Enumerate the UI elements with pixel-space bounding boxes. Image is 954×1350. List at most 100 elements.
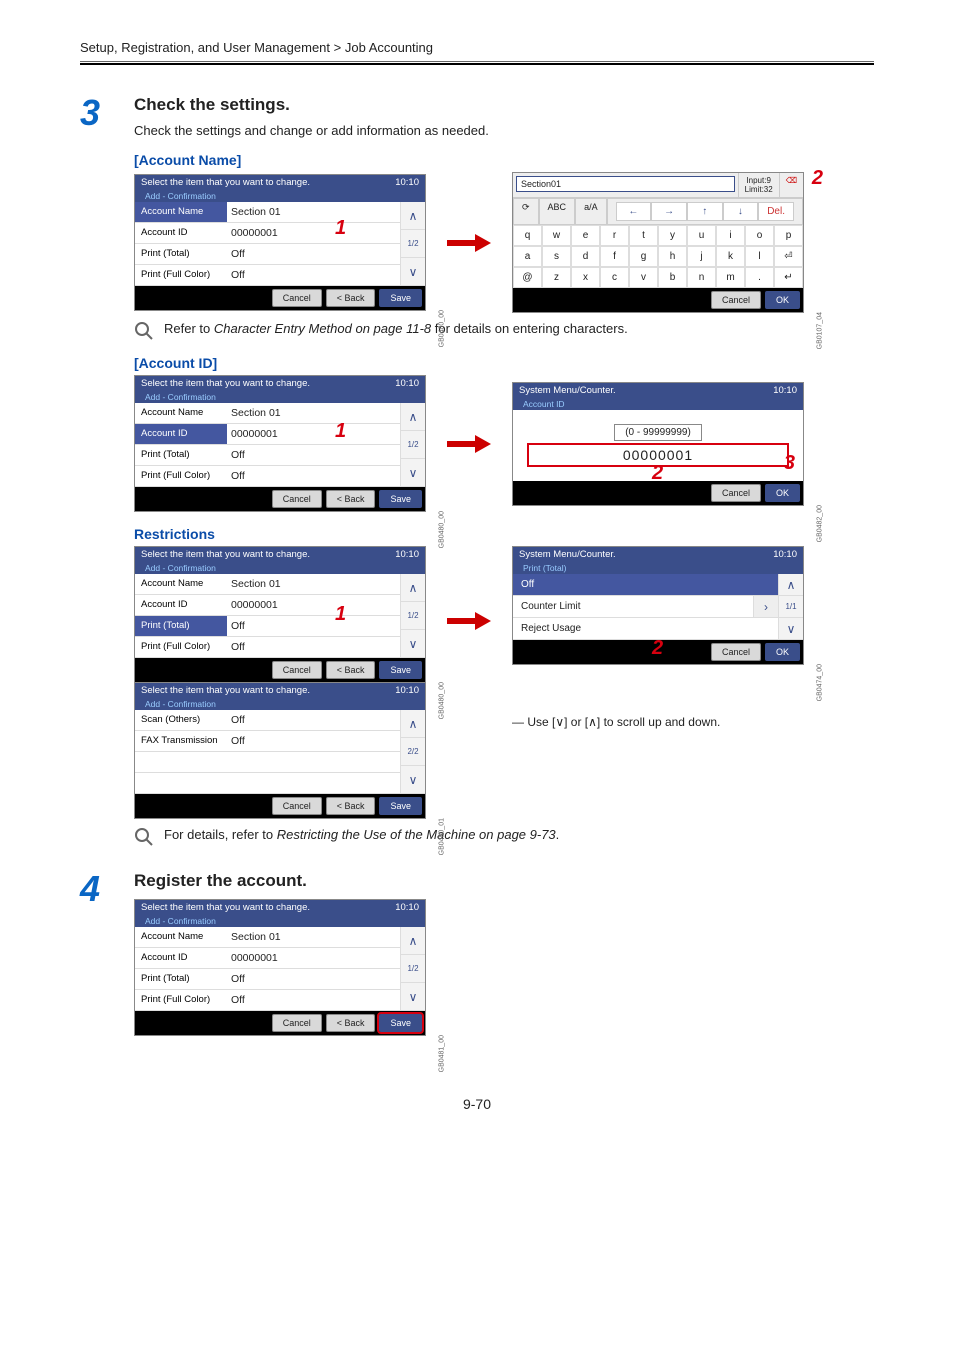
scroll-up-icon[interactable]: ∧: [401, 403, 425, 431]
key-q[interactable]: q: [513, 225, 542, 246]
row-pt-val[interactable]: Off: [227, 244, 400, 264]
lcd-account-id-right[interactable]: System Menu/Counter.10:10 Account ID (0 …: [512, 382, 804, 506]
key-i[interactable]: i: [716, 225, 745, 246]
kb-input-field[interactable]: Section01: [516, 176, 735, 192]
save-button[interactable]: Save: [379, 661, 422, 679]
back-button[interactable]: < Back: [326, 661, 376, 679]
key-space[interactable]: ⏎: [774, 246, 803, 267]
scroll-down-icon[interactable]: ∨: [401, 459, 425, 487]
key-e[interactable]: e: [571, 225, 600, 246]
scroll-down-icon[interactable]: ∨: [401, 258, 425, 286]
scroll-up-icon[interactable]: ∧: [401, 574, 425, 602]
key-g[interactable]: g: [629, 246, 658, 267]
key-h[interactable]: h: [658, 246, 687, 267]
back-button[interactable]: < Back: [326, 1014, 376, 1032]
key-x[interactable]: x: [571, 267, 600, 288]
row-acct-id-val[interactable]: 00000001: [227, 223, 400, 243]
row-pt-val[interactable]: Off: [227, 445, 400, 465]
kb-cancel-button[interactable]: Cancel: [711, 291, 761, 309]
row-acct-id-val[interactable]: 00000001: [227, 595, 400, 615]
key-a[interactable]: a: [513, 246, 542, 267]
row-acct-name-val[interactable]: Section 01: [227, 403, 400, 423]
row-pfc-val[interactable]: Off: [227, 466, 400, 486]
cancel-button[interactable]: Cancel: [711, 484, 761, 502]
key-r[interactable]: r: [600, 225, 629, 246]
key-dot[interactable]: .: [745, 267, 774, 288]
key-c[interactable]: c: [600, 267, 629, 288]
row-pfc-val[interactable]: Off: [227, 265, 400, 285]
key-s[interactable]: s: [542, 246, 571, 267]
key-l[interactable]: l: [745, 246, 774, 267]
key-v[interactable]: v: [629, 267, 658, 288]
back-button[interactable]: < Back: [326, 797, 376, 815]
menu-off[interactable]: Off: [513, 574, 778, 595]
key-o[interactable]: o: [745, 225, 774, 246]
save-button[interactable]: Save: [379, 289, 422, 307]
ok-button[interactable]: OK: [765, 643, 800, 661]
row-pfc-val[interactable]: Off: [227, 637, 400, 657]
row-fax-val[interactable]: Off: [227, 731, 400, 751]
key-j[interactable]: j: [687, 246, 716, 267]
kb-nav-right[interactable]: →: [651, 202, 687, 221]
save-button[interactable]: Save: [379, 490, 422, 508]
row-acct-id-val[interactable]: 00000001: [227, 424, 400, 444]
key-p[interactable]: p: [774, 225, 803, 246]
kb-backspace-icon[interactable]: ⌫: [779, 173, 803, 197]
row-scan-val[interactable]: Off: [227, 710, 400, 730]
kb-mode-toggle[interactable]: ⟳: [513, 198, 539, 225]
kb-nav-left[interactable]: ←: [616, 202, 652, 221]
cancel-button[interactable]: Cancel: [272, 661, 322, 679]
scroll-down-icon[interactable]: ∨: [779, 618, 803, 640]
kb-nav-down[interactable]: ↓: [723, 202, 759, 221]
kb-mode-case[interactable]: a/A: [575, 198, 607, 225]
row-acct-name-val[interactable]: Section 01: [227, 202, 400, 222]
key-t[interactable]: t: [629, 225, 658, 246]
menu-counter-limit[interactable]: Counter Limit: [513, 596, 753, 617]
save-button[interactable]: Save: [379, 1014, 422, 1032]
lcd-restrict-top[interactable]: Select the item that you want to change.…: [134, 546, 426, 683]
row-pt-val[interactable]: Off: [227, 969, 400, 989]
cancel-button[interactable]: Cancel: [272, 289, 322, 307]
cancel-button[interactable]: Cancel: [272, 490, 322, 508]
lcd-account-name-left[interactable]: Select the item that you want to change.…: [134, 174, 426, 311]
key-z[interactable]: z: [542, 267, 571, 288]
row-pt-val[interactable]: Off: [227, 616, 400, 636]
lcd-restrict-bottom[interactable]: Select the item that you want to change.…: [134, 682, 426, 819]
scroll-up-icon[interactable]: ∧: [401, 710, 425, 738]
row-acct-name-val[interactable]: Section 01: [227, 574, 400, 594]
key-n[interactable]: n: [687, 267, 716, 288]
key-b[interactable]: b: [658, 267, 687, 288]
scroll-up-icon[interactable]: ∧: [401, 927, 425, 955]
key-y[interactable]: y: [658, 225, 687, 246]
key-k[interactable]: k: [716, 246, 745, 267]
kb-nav-up[interactable]: ↑: [687, 202, 723, 221]
scroll-up-icon[interactable]: ∧: [779, 574, 803, 596]
onscreen-keyboard[interactable]: Section01 Input:9Limit:32 ⌫ ⟳ ABC a/A ← …: [512, 172, 804, 313]
row-acct-id-val[interactable]: 00000001: [227, 948, 400, 968]
lcd-register[interactable]: Select the item that you want to change.…: [134, 899, 426, 1036]
scroll-down-icon[interactable]: ∨: [401, 983, 425, 1011]
ok-button[interactable]: OK: [765, 484, 800, 502]
back-button[interactable]: < Back: [326, 289, 376, 307]
key-f[interactable]: f: [600, 246, 629, 267]
row-acct-name-val[interactable]: Section 01: [227, 927, 400, 947]
row-pfc-val[interactable]: Off: [227, 990, 400, 1010]
scroll-down-icon[interactable]: ∨: [401, 630, 425, 658]
key-at[interactable]: @: [513, 267, 542, 288]
key-w[interactable]: w: [542, 225, 571, 246]
scroll-down-icon[interactable]: ∨: [401, 766, 425, 794]
key-m[interactable]: m: [716, 267, 745, 288]
chevron-right-icon[interactable]: ›: [753, 596, 778, 617]
cancel-button[interactable]: Cancel: [272, 1014, 322, 1032]
key-enter[interactable]: ↵: [774, 267, 803, 288]
save-button[interactable]: Save: [379, 797, 422, 815]
key-u[interactable]: u: [687, 225, 716, 246]
id-value-box[interactable]: 00000001: [527, 443, 789, 467]
lcd-print-total-menu[interactable]: System Menu/Counter.10:10 Print (Total) …: [512, 546, 804, 665]
kb-mode-abc[interactable]: ABC: [539, 198, 576, 225]
cancel-button[interactable]: Cancel: [711, 643, 761, 661]
kb-ok-button[interactable]: OK: [765, 291, 800, 309]
menu-reject-usage[interactable]: Reject Usage: [513, 618, 778, 639]
back-button[interactable]: < Back: [326, 490, 376, 508]
cancel-button[interactable]: Cancel: [272, 797, 322, 815]
